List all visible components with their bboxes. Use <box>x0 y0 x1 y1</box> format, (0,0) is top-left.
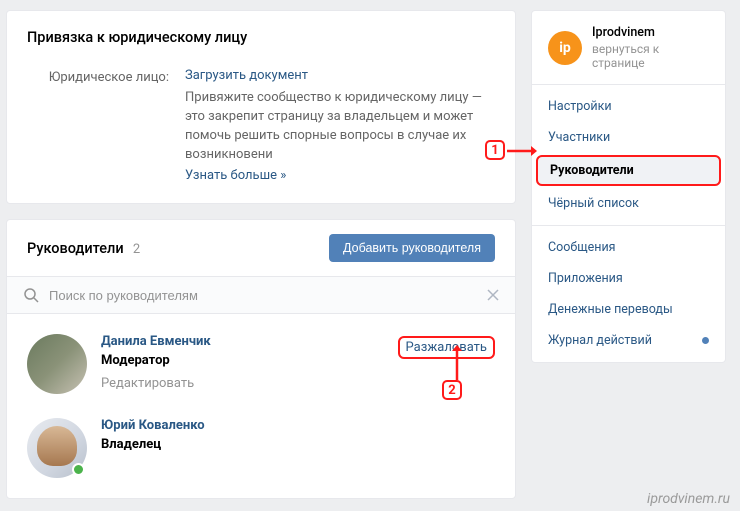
member-row: Данила Евменчик Модератор Редактировать … <box>7 322 515 406</box>
add-leader-button[interactable]: Добавить руководителя <box>329 234 495 262</box>
legal-label: Юридическое лицо: <box>27 68 185 183</box>
menu-item-settings[interactable]: Настройки <box>532 91 725 122</box>
search-input[interactable] <box>49 288 487 303</box>
online-indicator-icon <box>72 463 85 476</box>
menu-item-apps[interactable]: Приложения <box>532 263 725 294</box>
profile-block: ip Iprodvinem вернуться к странице <box>532 11 725 85</box>
sidebar: ip Iprodvinem вернуться к странице Настр… <box>531 10 726 363</box>
profile-avatar[interactable]: ip <box>548 31 582 65</box>
watermark: iprodvinem.ru <box>647 491 730 507</box>
legal-description: Привяжите сообщество к юридическому лицу… <box>185 89 495 164</box>
member-edit-link[interactable]: Редактировать <box>101 376 398 391</box>
menu-item-leaders[interactable]: Руководители <box>536 155 721 186</box>
upload-document-link[interactable]: Загрузить документ <box>185 68 308 83</box>
menu-item-members[interactable]: Участники <box>532 122 725 153</box>
avatar[interactable] <box>27 418 87 478</box>
legal-entity-card: Привязка к юридическому лицу Юридическое… <box>6 10 516 204</box>
menu-item-messages[interactable]: Сообщения <box>532 232 725 263</box>
clear-icon[interactable] <box>487 289 499 301</box>
member-name[interactable]: Данила Евменчик <box>101 334 398 349</box>
learn-more-link[interactable]: Узнать больше » <box>185 168 286 183</box>
menu-separator <box>532 225 725 226</box>
member-role: Модератор <box>101 353 398 368</box>
profile-name: Iprodvinem <box>592 25 709 40</box>
menu-item-blacklist[interactable]: Чёрный список <box>532 188 725 219</box>
search-icon <box>23 287 39 303</box>
leaders-title: Руководители <box>27 240 124 257</box>
demote-button[interactable]: Разжаловать <box>398 336 495 359</box>
leaders-card: Руководители 2 Добавить руководителя <box>6 219 516 499</box>
leaders-count: 2 <box>133 242 140 257</box>
avatar[interactable] <box>27 334 87 394</box>
search-bar <box>7 276 515 314</box>
menu-item-log[interactable]: Журнал действий <box>532 325 725 356</box>
legal-title: Привязка к юридическому лицу <box>27 29 495 46</box>
member-row: Юрий Коваленко Владелец <box>7 406 515 490</box>
member-name[interactable]: Юрий Коваленко <box>101 418 495 433</box>
notification-dot-icon <box>702 337 709 344</box>
back-to-page-link[interactable]: вернуться к странице <box>592 42 709 70</box>
menu-item-label: Журнал действий <box>548 333 652 348</box>
menu-item-payments[interactable]: Денежные переводы <box>532 294 725 325</box>
member-role: Владелец <box>101 437 495 452</box>
